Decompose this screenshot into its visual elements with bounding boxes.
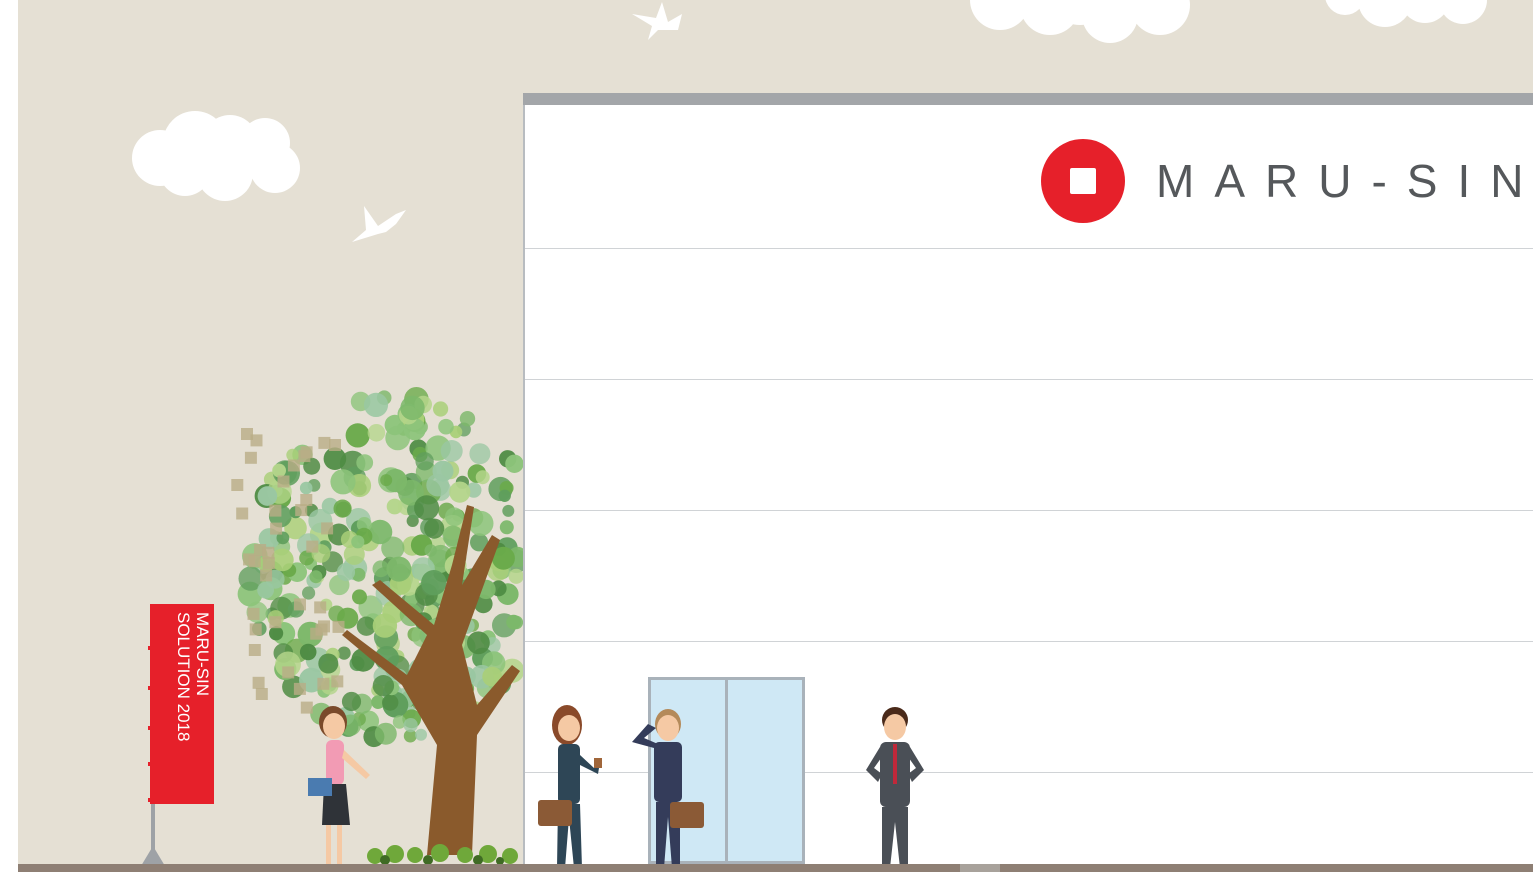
person-icon bbox=[538, 705, 602, 868]
facade-line bbox=[525, 510, 1533, 511]
bird-icon bbox=[352, 206, 406, 242]
ground-line bbox=[18, 864, 1533, 872]
flag-ring bbox=[148, 726, 156, 730]
flag-base bbox=[141, 846, 165, 866]
door-divider bbox=[725, 680, 728, 864]
person-icon bbox=[632, 709, 704, 868]
bird-icon bbox=[632, 2, 682, 40]
bush-icon bbox=[367, 844, 518, 865]
flag-ring bbox=[148, 646, 156, 650]
flag-ring bbox=[148, 798, 156, 802]
logo-mark-icon bbox=[1041, 139, 1125, 223]
person-icon bbox=[866, 707, 924, 868]
banner-line2: SOLUTION 2018 bbox=[174, 612, 193, 742]
building-roof bbox=[523, 93, 1533, 105]
banner-line1: MARU-SIN bbox=[193, 612, 212, 697]
cloud-icon bbox=[970, 0, 1190, 43]
facade-line bbox=[525, 641, 1533, 642]
facade-line bbox=[525, 379, 1533, 380]
ground-highlight bbox=[960, 864, 1000, 872]
cloud-icon bbox=[1325, 0, 1487, 27]
person-icon bbox=[308, 706, 370, 865]
logo-wordmark: MARU-SIN bbox=[1156, 155, 1533, 207]
cloud-icon bbox=[132, 111, 300, 201]
flag-ring bbox=[148, 686, 156, 690]
flag-ring bbox=[148, 762, 156, 766]
banner-text: MARU-SIN SOLUTION 2018 bbox=[156, 612, 212, 812]
facade-line bbox=[525, 248, 1533, 249]
